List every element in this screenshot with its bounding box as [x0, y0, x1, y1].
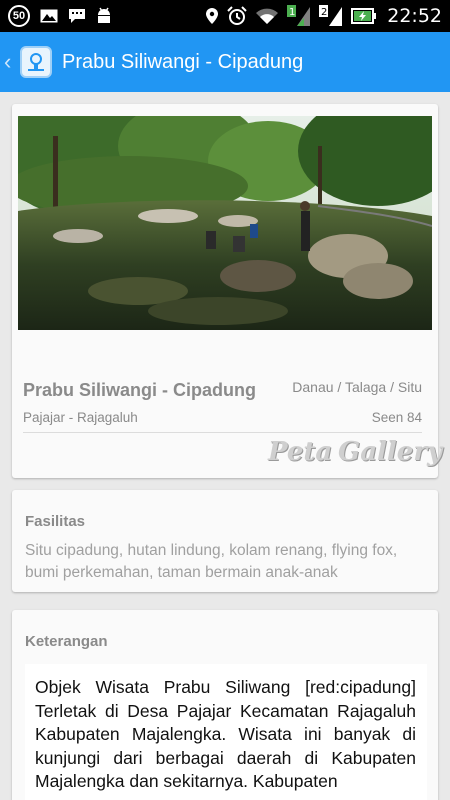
chevron-left-icon[interactable]: ‹: [4, 49, 16, 75]
battery-charging-icon: [351, 8, 377, 24]
gallery-button[interactable]: Gallery: [338, 437, 442, 467]
signal-icon: 1: [287, 5, 311, 27]
chat-icon: [68, 8, 86, 24]
content-scroll[interactable]: Prabu Siliwangi - Cipadung Danau / Talag…: [0, 92, 450, 800]
description-heading: Keterangan: [25, 633, 108, 650]
place-photo[interactable]: [18, 116, 432, 330]
app-logo-icon[interactable]: [20, 46, 52, 78]
signal-icon: 2: [319, 5, 343, 27]
description-card: Keterangan Objek Wisata Prabu Siliwang […: [12, 610, 438, 800]
seen-count: Seen 84: [371, 410, 422, 425]
app-bar: ‹ Prabu Siliwangi - Cipadung: [0, 32, 450, 92]
facilities-text: Situ cipadung, hutan lindung, kolam rena…: [25, 542, 398, 581]
clock: 22:52: [387, 5, 442, 27]
map-button[interactable]: Peta: [268, 437, 332, 467]
image-icon: [40, 9, 58, 23]
place-card: Prabu Siliwangi - Cipadung Danau / Talag…: [12, 104, 442, 478]
location-icon: [205, 7, 219, 25]
notification-count-icon: 50: [8, 5, 30, 27]
description-text: Objek Wisata Prabu Siliwang [red:cipadun…: [25, 664, 427, 800]
place-category: Danau / Talaga / Situ: [292, 379, 422, 395]
page-title: Prabu Siliwangi - Cipadung: [62, 50, 304, 73]
facilities-card: Fasilitas Situ cipadung, hutan lindung, …: [12, 490, 438, 592]
alarm-icon: [227, 6, 247, 26]
facilities-heading: Fasilitas: [25, 513, 86, 530]
status-bar: 50 1 2 22:52: [0, 0, 450, 32]
svg-text:1: 1: [289, 7, 295, 18]
android-debug-icon: [96, 7, 112, 25]
place-location: Pajajar - Rajagaluh: [23, 410, 138, 425]
divider: [23, 432, 422, 433]
wifi-icon: [255, 7, 279, 25]
place-title: Prabu Siliwangi - Cipadung: [23, 380, 257, 400]
svg-text:2: 2: [321, 7, 327, 18]
